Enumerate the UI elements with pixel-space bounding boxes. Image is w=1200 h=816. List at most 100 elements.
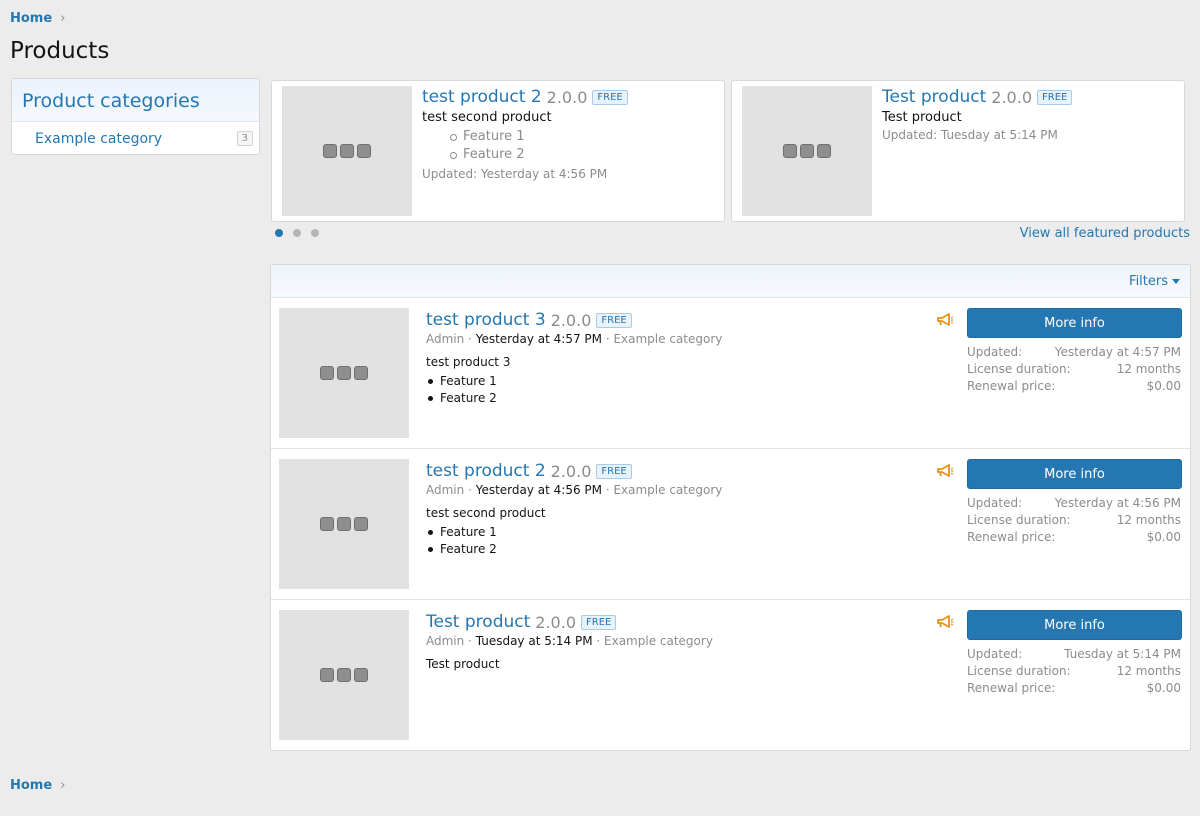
stat-label-updated: Updated: <box>967 496 1023 510</box>
free-badge: FREE <box>596 312 632 328</box>
placeholder-icon[interactable] <box>279 459 409 589</box>
product-stats: Updated: Tuesday at 5:14 PM License durat… <box>967 646 1181 697</box>
category-count-badge: 3 <box>236 131 253 146</box>
stat-value-renewal: $0.00 <box>1146 530 1181 544</box>
bullet-icon <box>428 379 433 384</box>
featured-product-title-link[interactable]: Test product <box>882 87 986 107</box>
stat-label-updated: Updated: <box>967 647 1023 661</box>
stat-label-updated: Updated: <box>967 345 1023 359</box>
feature-list: Feature 1 Feature 2 <box>426 373 906 407</box>
more-info-button[interactable]: More info <box>967 308 1182 338</box>
featured-card: Test product 2.0.0 FREE Test product Upd… <box>731 80 1185 222</box>
filters-label: Filters <box>1129 273 1168 289</box>
carousel-dot-1[interactable] <box>275 229 283 237</box>
product-categories-block: Product categories Example category 3 <box>11 78 260 155</box>
view-all-featured-link[interactable]: View all featured products <box>1020 226 1190 241</box>
stat-value-updated: Yesterday at 4:57 PM <box>1054 345 1181 359</box>
product-categories-title: Product categories <box>12 79 259 122</box>
stat-label-license: License duration: <box>967 664 1071 678</box>
list-item: test product 2 2.0.0 FREE Admin · Yester… <box>271 449 1190 600</box>
list-item: Feature 2 <box>426 541 906 558</box>
stat-value-renewal: $0.00 <box>1146 379 1181 393</box>
carousel-pager <box>275 229 319 237</box>
free-badge: FREE <box>1037 89 1073 105</box>
placeholder-icon[interactable] <box>279 610 409 740</box>
list-item: Feature 2 <box>450 146 716 164</box>
product-version: 2.0.0 <box>991 87 1032 107</box>
product-stats: Updated: Yesterday at 4:56 PM License dur… <box>967 495 1181 546</box>
breadcrumb: Home › <box>10 778 65 793</box>
stat-label-renewal: Renewal price: <box>967 379 1056 393</box>
product-title-link[interactable]: test product 3 <box>426 310 546 330</box>
bullet-icon <box>428 396 433 401</box>
product-list-header: Filters <box>271 265 1190 298</box>
feature-list: Feature 1 Feature 2 <box>426 524 906 558</box>
breadcrumb-home-link[interactable]: Home <box>10 778 52 793</box>
product-date: Yesterday at 4:57 PM <box>475 332 602 346</box>
product-version: 2.0.0 <box>535 612 576 632</box>
product-meta: Admin · Tuesday at 5:14 PM · Example cat… <box>426 634 713 648</box>
featured-product-title-link[interactable]: test product 2 <box>422 87 542 107</box>
breadcrumb: Home › <box>10 11 65 26</box>
list-item: Test product 2.0.0 FREE Admin · Tuesday … <box>271 600 1190 750</box>
stat-value-license: 12 months <box>1116 362 1181 376</box>
featured-updated: Updated: Tuesday at 5:14 PM <box>882 128 1058 142</box>
caret-down-icon <box>1172 278 1180 284</box>
more-info-button[interactable]: More info <box>967 459 1182 489</box>
feature-list: Feature 1 Feature 2 <box>450 128 716 164</box>
bullet-icon <box>428 530 433 535</box>
megaphone-icon <box>937 313 954 326</box>
stat-label-renewal: Renewal price: <box>967 681 1056 695</box>
category-link[interactable]: Example category <box>35 131 162 147</box>
placeholder-icon[interactable] <box>742 86 872 216</box>
more-info-button[interactable]: More info <box>967 610 1182 640</box>
stat-label-renewal: Renewal price: <box>967 530 1056 544</box>
list-item: Feature 2 <box>426 390 906 407</box>
category-link[interactable]: Example category <box>613 332 722 346</box>
page-title: Products <box>10 38 110 64</box>
featured-card: test product 2 2.0.0 FREE test second pr… <box>271 80 725 222</box>
free-badge: FREE <box>581 614 617 630</box>
product-date: Yesterday at 4:56 PM <box>475 483 602 497</box>
placeholder-icon[interactable] <box>279 308 409 438</box>
product-version: 2.0.0 <box>550 461 592 481</box>
author-link[interactable]: Admin <box>426 634 464 648</box>
product-description: test product 3 <box>426 355 511 369</box>
category-link[interactable]: Example category <box>613 483 722 497</box>
megaphone-icon <box>937 464 954 477</box>
product-title-link[interactable]: Test product <box>426 612 530 632</box>
circle-bullet-icon <box>450 151 457 159</box>
product-list: Filters test product 3 2.0.0 FREE Admin … <box>270 264 1191 751</box>
sidebar-item-example-category[interactable]: Example category 3 <box>12 122 259 154</box>
filters-button[interactable]: Filters <box>1129 274 1180 289</box>
megaphone-icon <box>937 615 954 628</box>
featured-description: test second product <box>422 110 552 125</box>
author-link[interactable]: Admin <box>426 483 464 497</box>
stat-value-updated: Yesterday at 4:56 PM <box>1054 496 1181 510</box>
carousel-dot-2[interactable] <box>293 229 301 237</box>
free-badge: FREE <box>592 89 628 105</box>
circle-bullet-icon <box>450 133 457 141</box>
category-link[interactable]: Example category <box>604 634 713 648</box>
product-title-link[interactable]: test product 2 <box>426 461 546 481</box>
chevron-right-icon: › <box>60 778 66 793</box>
stat-value-license: 12 months <box>1116 664 1181 678</box>
list-item: test product 3 2.0.0 FREE Admin · Yester… <box>271 298 1190 449</box>
product-meta: Admin · Yesterday at 4:57 PM · Example c… <box>426 332 723 346</box>
placeholder-icon[interactable] <box>282 86 412 216</box>
breadcrumb-home-link[interactable]: Home <box>10 11 52 26</box>
list-item: Feature 1 <box>450 128 716 146</box>
author-link[interactable]: Admin <box>426 332 464 346</box>
product-description: test second product <box>426 506 546 520</box>
product-date: Tuesday at 5:14 PM <box>475 634 593 648</box>
stat-label-license: License duration: <box>967 513 1071 527</box>
stat-value-renewal: $0.00 <box>1146 681 1181 695</box>
bullet-icon <box>428 547 433 552</box>
stat-value-updated: Tuesday at 5:14 PM <box>1064 647 1181 661</box>
list-item: Feature 1 <box>426 524 906 541</box>
stat-label-license: License duration: <box>967 362 1071 376</box>
product-stats: Updated: Yesterday at 4:57 PM License dur… <box>967 344 1181 395</box>
stat-value-license: 12 months <box>1116 513 1181 527</box>
carousel-dot-3[interactable] <box>311 229 319 237</box>
featured-description: Test product <box>882 110 962 125</box>
